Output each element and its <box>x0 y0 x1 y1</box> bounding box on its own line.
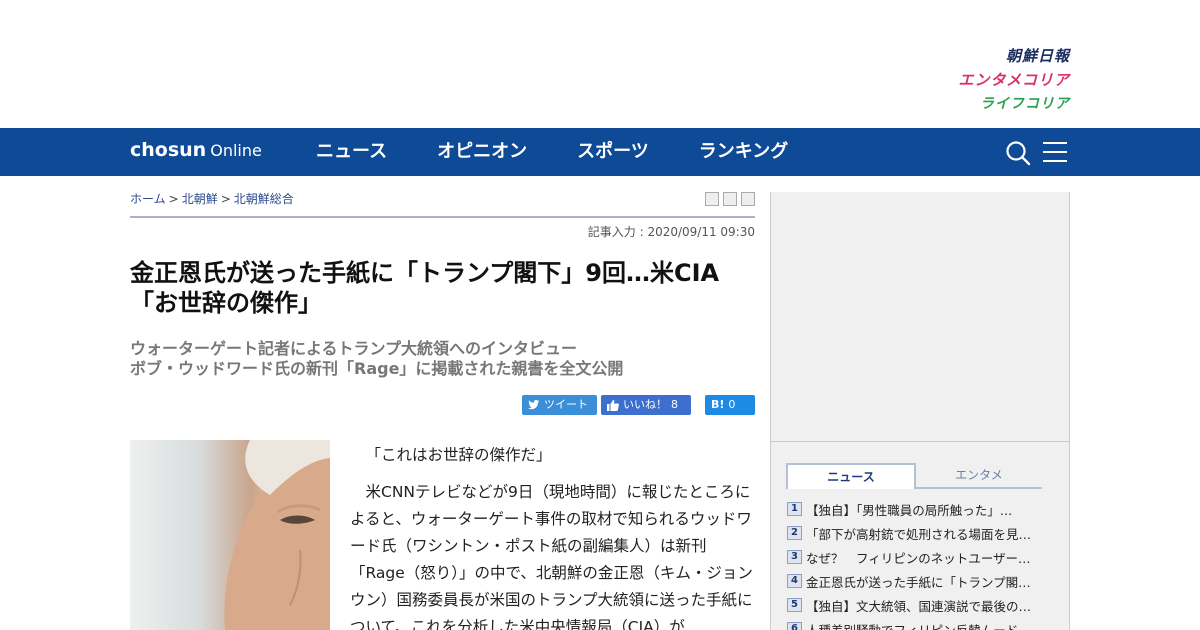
rank-number: 3 <box>787 550 802 564</box>
nav-item-opinion[interactable]: オピニオン <box>437 141 527 163</box>
article-subhead: ウォーターゲート記者によるトランプ大統領へのインタビュー ボブ・ウッドワード氏の… <box>130 339 755 379</box>
print-icon[interactable] <box>705 192 719 206</box>
ranking-item[interactable]: 6 人種差別騒動でフィリピン反韓ムード… <box>787 617 1043 630</box>
subhead-line-1: ウォーターゲート記者によるトランプ大統領へのインタビュー <box>130 339 578 358</box>
twitter-bird-icon <box>528 400 540 410</box>
like-count: 8 <box>671 398 678 411</box>
ranking-item[interactable]: 5 【独自】文大統領、国連演説で最後の… <box>787 593 1043 617</box>
tweet-label: ツイート <box>544 398 588 411</box>
sidebar: ニュース エンタメ 1 【独自】「男性職員の局所触った」… 2 「部下が高射銃で… <box>770 192 1070 630</box>
ranking-item[interactable]: 1 【独自】「男性職員の局所触った」… <box>787 497 1043 521</box>
ranking-title: なぜ？ フィリピンのネットユーザー… <box>806 550 1031 566</box>
breadcrumb: ホーム > 北朝鮮 > 北朝鮮総合 <box>130 190 294 207</box>
article-headline: 金正恩氏が送った手紙に「トランプ閣下」9回…米CIA「お世辞の傑作」 <box>130 259 720 317</box>
ranking-tabs: ニュース エンタメ <box>786 463 1042 489</box>
rank-number: 6 <box>787 622 802 630</box>
article-photo <box>130 440 330 630</box>
article-paragraph: 米CNNテレビなどが9日（現地時間）に報じたところによると、ウォーターゲート事件… <box>350 483 753 630</box>
portrait-illustration <box>224 440 330 630</box>
hatena-icon: B! <box>711 398 725 411</box>
rank-number: 2 <box>787 526 802 540</box>
top-header: 朝鮮日報 エンタメコリア ライフコリア <box>0 0 1200 128</box>
document-icon[interactable] <box>723 192 737 206</box>
search-icon[interactable] <box>1005 140 1031 166</box>
article-column: ホーム > 北朝鮮 > 北朝鮮総合 記事入力 : 2020/09/11 09:30 金正… <box>130 176 755 630</box>
site-logo-bold: chosun <box>130 139 207 161</box>
site-logo-light: Online <box>210 141 262 160</box>
ad-slot <box>771 192 1069 442</box>
article-tools <box>705 192 755 206</box>
rank-number: 4 <box>787 574 802 588</box>
ranking-title: 「部下が高射銃で処刑される場面を見… <box>806 526 1032 542</box>
share-buttons: ツイート いいね！ 8 B! 0 <box>522 395 755 415</box>
nav-menu: ニュース オピニオン スポーツ ランキング <box>316 141 788 163</box>
article-body: 「これはお世辞の傑作だ」 米CNNテレビなどが9日（現地時間）に報じたところによ… <box>350 442 755 630</box>
life-korea-link[interactable]: ライフコリア <box>958 92 1070 116</box>
entame-korea-link[interactable]: エンタメコリア <box>958 68 1070 92</box>
subhead-line-2: ボブ・ウッドワード氏の新刊「Rage」に掲載された親書を全文公開 <box>130 359 624 378</box>
article-timestamp: 記事入力 : 2020/09/11 09:30 <box>587 225 755 239</box>
tab-entame[interactable]: エンタメ <box>916 463 1042 489</box>
ranking-title: 【独自】文大統領、国連演説で最後の… <box>806 598 1032 614</box>
like-label: いいね！ <box>623 398 667 411</box>
ranking-title: 【独自】「男性職員の局所触った」… <box>806 502 1013 518</box>
breadcrumb-divider <box>130 216 755 218</box>
ranking-item[interactable]: 4 金正恩氏が送った手紙に「トランプ閣… <box>787 569 1043 593</box>
breadcrumb-north-korea[interactable]: 北朝鮮 <box>182 192 218 206</box>
facebook-like-button[interactable]: いいね！ 8 <box>601 395 691 415</box>
ranking-item[interactable]: 3 なぜ？ フィリピンのネットユーザー… <box>787 545 1043 569</box>
chosun-ilbo-link[interactable]: 朝鮮日報 <box>958 44 1070 68</box>
breadcrumb-separator: > <box>168 192 179 206</box>
ranking-item[interactable]: 2 「部下が高射銃で処刑される場面を見… <box>787 521 1043 545</box>
back-arrow-icon[interactable] <box>741 192 755 206</box>
nav-item-ranking[interactable]: ランキング <box>699 141 788 163</box>
ranking-title: 人種差別騒動でフィリピン反韓ムード… <box>806 622 1031 630</box>
ranking-title: 金正恩氏が送った手紙に「トランプ閣… <box>806 574 1031 590</box>
hatena-count: 0 <box>728 398 736 411</box>
tab-news[interactable]: ニュース <box>786 463 916 489</box>
site-logo[interactable]: chosun Online <box>130 139 262 161</box>
thumbs-up-icon <box>607 399 619 411</box>
rank-number: 5 <box>787 598 802 612</box>
hatena-bookmark-button[interactable]: B! 0 <box>705 395 755 415</box>
breadcrumb-north-korea-general[interactable]: 北朝鮮総合 <box>234 192 294 206</box>
ranking-list: 1 【独自】「男性職員の局所触った」… 2 「部下が高射銃で処刑される場面を見…… <box>787 497 1043 630</box>
brand-links: 朝鮮日報 エンタメコリア ライフコリア <box>958 44 1070 116</box>
nav-item-news[interactable]: ニュース <box>316 141 387 163</box>
rank-number: 1 <box>787 502 802 516</box>
nav-item-sports[interactable]: スポーツ <box>577 141 649 163</box>
main-navbar: chosun Online ニュース オピニオン スポーツ ランキング <box>0 128 1200 176</box>
article-quote: 「これはお世辞の傑作だ」 <box>365 446 552 464</box>
hamburger-menu-icon[interactable] <box>1043 142 1067 164</box>
breadcrumb-home[interactable]: ホーム <box>130 192 166 206</box>
tweet-button[interactable]: ツイート <box>522 395 597 415</box>
breadcrumb-separator: > <box>220 192 231 206</box>
